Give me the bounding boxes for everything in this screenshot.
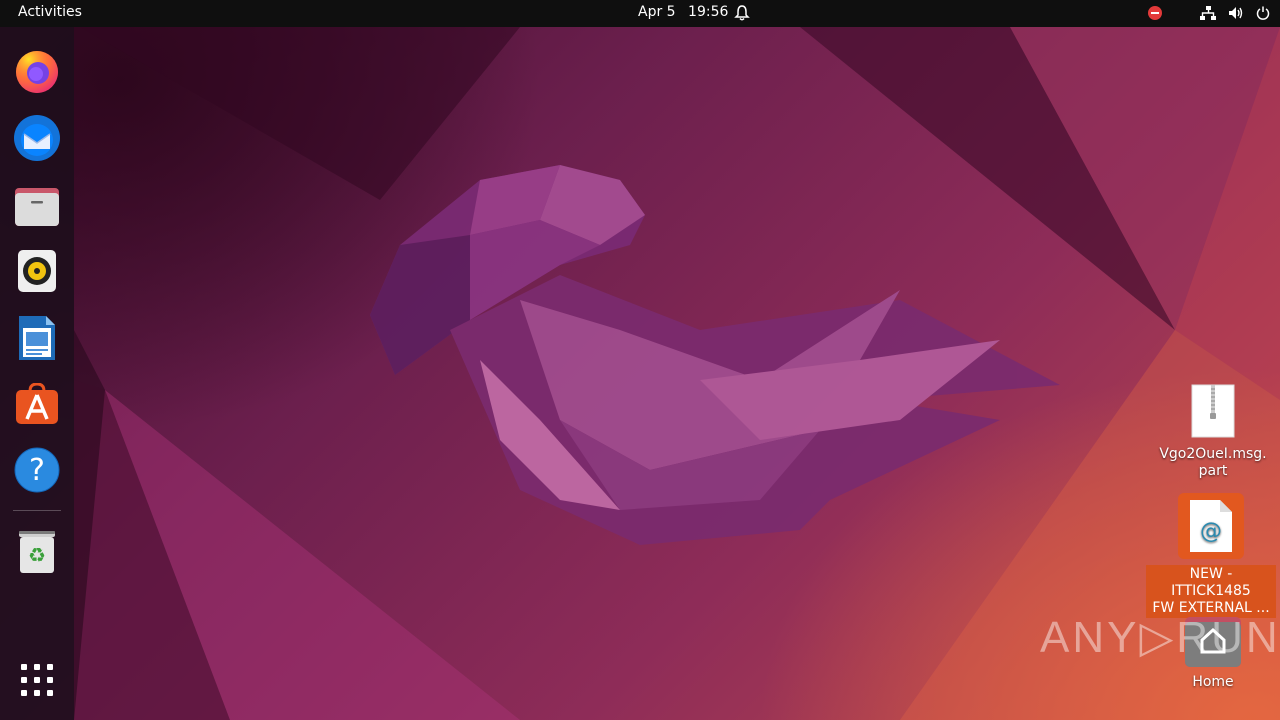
clock-time: 19:56 xyxy=(688,4,729,20)
network-icon xyxy=(1200,6,1216,20)
top-bar: Activities Apr 5 19:56 xyxy=(0,0,1280,27)
dock-separator xyxy=(13,510,61,511)
zip-file-icon xyxy=(1191,384,1235,438)
dock-libreoffice-writer[interactable] xyxy=(13,314,61,362)
dock-thunderbird[interactable] xyxy=(13,114,61,162)
firefox-icon xyxy=(16,51,58,93)
dock-rhythmbox[interactable] xyxy=(13,247,61,295)
svg-text:?: ? xyxy=(29,453,45,488)
desktop-icon-archive[interactable]: Vgo2OueI.msg. part xyxy=(1148,382,1278,480)
files-icon xyxy=(15,188,59,226)
rhythmbox-icon xyxy=(18,250,56,292)
desktop-icon-label: NEW - ITTICK1485 FW EXTERNAL ... xyxy=(1146,565,1276,618)
system-tray[interactable] xyxy=(1148,4,1270,22)
watermark: ANY▷RUN xyxy=(1040,613,1280,662)
activities-button[interactable]: Activities xyxy=(18,4,82,20)
writer-icon xyxy=(19,316,55,360)
desktop-icon-label: Home xyxy=(1192,674,1234,690)
clock-date: Apr 5 xyxy=(638,4,676,20)
power-icon xyxy=(1256,6,1270,20)
notification-bell-icon[interactable] xyxy=(734,4,750,22)
trash-icon: ♻ xyxy=(19,531,55,573)
email-file-icon: @ xyxy=(1190,500,1232,552)
help-icon: ? xyxy=(14,447,60,493)
desktop-icon-label: Vgo2OueI.msg. part xyxy=(1159,446,1267,479)
recording-indicator-icon[interactable] xyxy=(1148,6,1162,20)
svg-text:@: @ xyxy=(1200,519,1222,544)
show-applications-button[interactable] xyxy=(13,656,61,704)
thunderbird-icon xyxy=(14,115,60,161)
software-store-icon xyxy=(16,383,58,424)
dock-trash[interactable]: ♻ xyxy=(13,527,61,575)
dock-help[interactable]: ? xyxy=(13,446,61,494)
app-grid-icon xyxy=(21,664,53,696)
dock: ? ♻ xyxy=(0,27,74,720)
clock[interactable]: Apr 5 19:56 xyxy=(638,4,728,20)
dock-ubuntu-software[interactable] xyxy=(13,380,61,428)
volume-icon xyxy=(1229,7,1243,19)
dock-files[interactable] xyxy=(13,181,61,229)
svg-text:♻: ♻ xyxy=(28,543,46,567)
dock-firefox[interactable] xyxy=(13,47,61,95)
desktop-icon-email[interactable]: @ NEW - ITTICK1485 FW EXTERNAL ... xyxy=(1146,493,1276,618)
